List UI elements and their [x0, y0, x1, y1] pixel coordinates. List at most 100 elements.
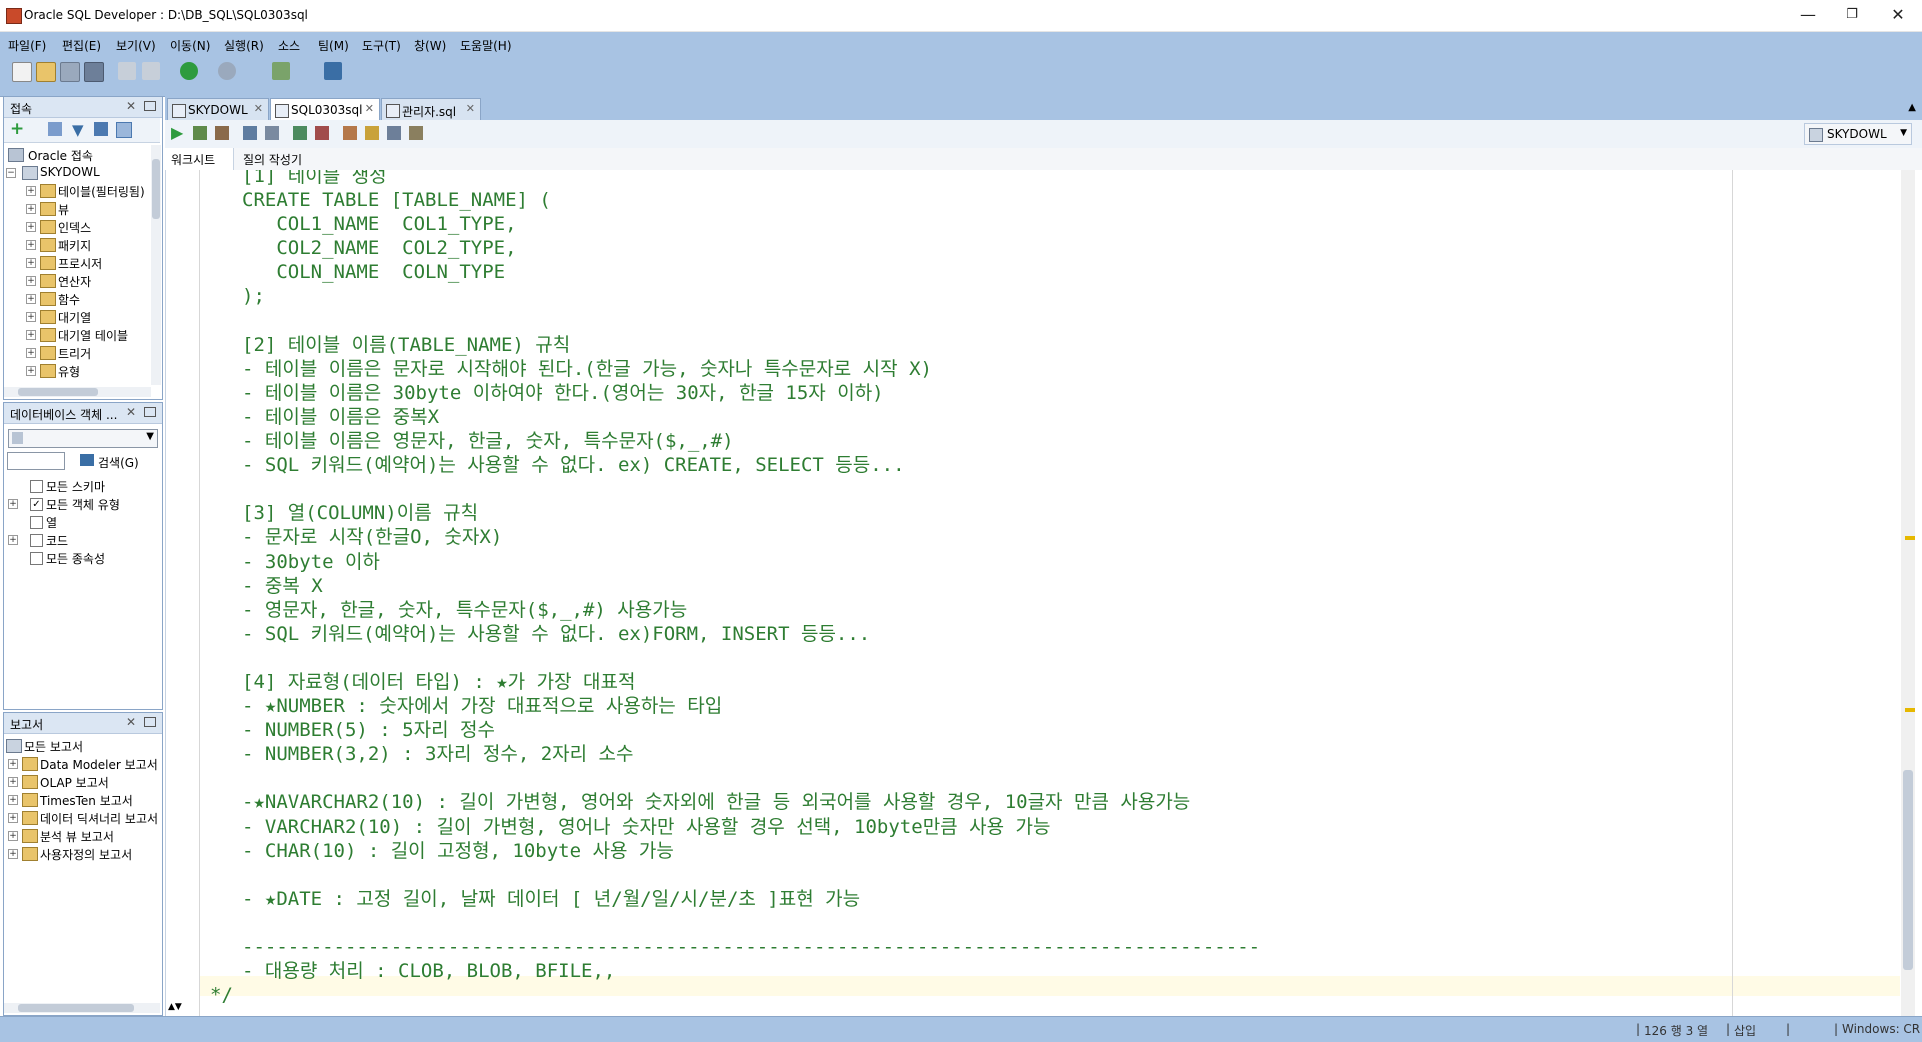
tree-item-queues[interactable]: + 대기열 — [26, 308, 149, 326]
clear-icon[interactable] — [365, 126, 379, 140]
expand-icon[interactable]: + — [8, 535, 18, 545]
checkbox[interactable] — [30, 480, 43, 493]
format-icon[interactable] — [409, 126, 423, 140]
menu-run[interactable]: 실행(R) — [224, 37, 264, 54]
menu-view[interactable]: 보기(V) — [116, 37, 156, 54]
commit-icon[interactable] — [293, 126, 307, 140]
collapse-icon[interactable]: − — [6, 168, 16, 178]
menu-help[interactable]: 도움말(H) — [460, 37, 512, 54]
checkbox[interactable] — [30, 516, 43, 529]
save-all-icon[interactable] — [84, 62, 104, 82]
connection-selector[interactable]: SKYDOWL ▼ — [1804, 123, 1912, 145]
history-icon[interactable] — [387, 126, 401, 140]
schema-browser-icon[interactable] — [94, 122, 108, 136]
expand-icon[interactable]: + — [26, 258, 36, 268]
binoculars-icon[interactable] — [324, 62, 342, 80]
close-panel-icon[interactable]: ✕ — [126, 405, 136, 419]
sql-worksheet-icon[interactable] — [272, 62, 290, 80]
expand-icon[interactable]: + — [8, 831, 18, 841]
expand-icon[interactable]: + — [8, 813, 18, 823]
expand-icon[interactable]: + — [8, 849, 18, 859]
expand-icon[interactable]: + — [26, 222, 36, 232]
minimize-panel-icon[interactable] — [144, 101, 156, 111]
editor-vscrollbar[interactable] — [1901, 170, 1915, 1016]
tab-worksheet[interactable]: 워크시트 — [165, 148, 234, 170]
scroll-thumb[interactable] — [18, 1004, 134, 1012]
tree-root-oracle[interactable]: Oracle 접속 — [6, 146, 146, 164]
refresh-icon[interactable] — [48, 122, 62, 136]
scroll-thumb[interactable] — [152, 159, 160, 219]
save-icon[interactable] — [60, 62, 80, 82]
tree-item-tables[interactable]: + 테이블(필터링됨) — [26, 182, 149, 200]
menu-tools[interactable]: 도구(T) — [362, 37, 401, 54]
tree-item-procedures[interactable]: + 프로시저 — [26, 254, 149, 272]
filter-code[interactable]: + 코드 — [8, 531, 158, 549]
expand-icon[interactable]: + — [8, 759, 18, 769]
scroll-marker[interactable] — [1905, 536, 1915, 540]
tree-item-packages[interactable]: + 패키지 — [26, 236, 149, 254]
filter-all-schemas[interactable]: 모든 스키마 — [8, 477, 158, 495]
minimize-button[interactable]: — — [1786, 4, 1830, 26]
redo-icon[interactable] — [142, 62, 160, 80]
scroll-thumb[interactable] — [18, 388, 98, 396]
undo-icon[interactable] — [118, 62, 136, 80]
expand-icon[interactable]: + — [26, 186, 36, 196]
tree-item-views[interactable]: + 뷰 — [26, 200, 149, 218]
checkbox[interactable] — [30, 534, 43, 547]
connections-vscrollbar[interactable] — [151, 145, 161, 385]
tree-item-queue-tables[interactable]: + 대기열 테이블 — [26, 326, 149, 344]
expand-icon[interactable]: + — [8, 795, 18, 805]
close-tab-icon[interactable]: ✕ — [365, 102, 374, 115]
menu-edit[interactable]: 편집(E) — [62, 37, 101, 54]
tab-sql0303[interactable]: SQL0303sql ✕ — [270, 98, 380, 121]
tree-item-triggers[interactable]: + 트리거 — [26, 344, 149, 362]
report-item-user-defined[interactable]: + 사용자정의 보고서 — [8, 845, 158, 863]
expand-icon[interactable]: + — [26, 330, 36, 340]
report-item-olap[interactable]: + OLAP 보고서 — [8, 773, 158, 791]
filter-icon[interactable]: ▼ — [72, 121, 84, 139]
filter-columns[interactable]: 열 — [8, 513, 158, 531]
restore-button[interactable]: ❐ — [1830, 4, 1874, 26]
minimize-panel-icon[interactable] — [144, 407, 156, 417]
sql-tuning-icon[interactable] — [265, 126, 279, 140]
menu-navigate[interactable]: 이동(N) — [170, 37, 210, 54]
code-editor[interactable]: [1] 테이블 생성 CREATE TABLE [TABLE_NAME] ( CO… — [165, 170, 1922, 1016]
forward-icon[interactable] — [218, 62, 236, 80]
open-icon[interactable] — [36, 62, 56, 82]
connections-hscrollbar[interactable] — [4, 387, 151, 397]
search-input[interactable] — [7, 452, 65, 470]
tab-admin-sql[interactable]: 관리자.sql ✕ — [381, 98, 481, 121]
checkbox-checked[interactable]: ✓ — [30, 498, 43, 511]
explain-plan-icon[interactable] — [243, 126, 257, 140]
expand-icon[interactable]: + — [26, 366, 36, 376]
reports-root[interactable]: 모든 보고서 — [6, 737, 156, 755]
run-script-icon[interactable] — [193, 126, 207, 140]
expand-icon[interactable]: + — [26, 348, 36, 358]
menu-window[interactable]: 창(W) — [414, 37, 446, 54]
chevron-down-icon[interactable]: ▼ — [146, 431, 154, 442]
report-item-analytic-view[interactable]: + 분석 뷰 보고서 — [8, 827, 158, 845]
checkbox[interactable] — [30, 552, 43, 565]
add-connection-icon[interactable]: + — [10, 119, 24, 139]
scroll-marker[interactable] — [1905, 708, 1915, 712]
scroll-thumb[interactable] — [1903, 770, 1913, 970]
menu-source[interactable]: 소스 — [278, 37, 300, 54]
close-tab-icon[interactable]: ✕ — [254, 102, 263, 115]
expand-icon[interactable]: + — [26, 204, 36, 214]
split-arrows-icon[interactable]: ▲▼ — [168, 1002, 182, 1012]
rollback-icon[interactable] — [315, 126, 329, 140]
filter-all-dependencies[interactable]: 모든 종속성 — [8, 549, 158, 567]
chevron-down-icon[interactable]: ▼ — [1900, 128, 1907, 138]
report-item-data-dictionary[interactable]: + 데이터 딕셔너리 보고서 — [8, 809, 158, 827]
connection-select[interactable]: ▼ — [8, 429, 158, 448]
tree-item-functions[interactable]: + 함수 — [26, 290, 149, 308]
expand-icon[interactable]: + — [26, 294, 36, 304]
minimize-panel-icon[interactable] — [144, 717, 156, 727]
filter-all-object-types[interactable]: + ✓ 모든 객체 유형 — [8, 495, 158, 513]
tab-list-icon[interactable]: ▲ — [1908, 102, 1916, 113]
tree-item-indexes[interactable]: + 인덱스 — [26, 218, 149, 236]
close-panel-icon[interactable]: ✕ — [126, 99, 136, 113]
sync-icon[interactable] — [116, 122, 132, 138]
report-item-timesten[interactable]: + TimesTen 보고서 — [8, 791, 158, 809]
tab-skydowl[interactable]: SKYDOWL ✕ — [167, 98, 269, 121]
